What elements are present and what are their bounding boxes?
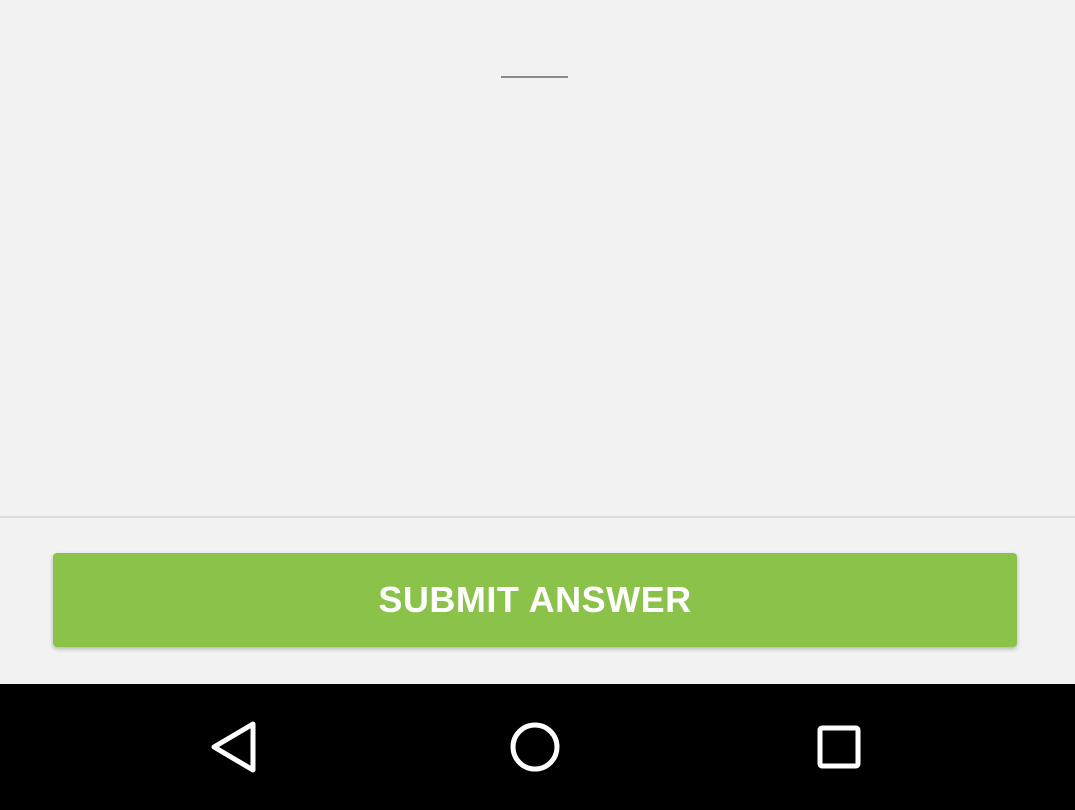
question-content-area [0,0,1075,517]
home-icon [510,722,560,772]
back-button[interactable] [203,717,263,777]
recents-icon [817,725,861,769]
back-icon [211,721,256,773]
footer: SUBMIT ANSWER [0,518,1075,684]
recents-button[interactable] [809,717,869,777]
app-screen: SUBMIT ANSWER [0,0,1075,810]
home-button[interactable] [505,717,565,777]
submit-answer-button[interactable]: SUBMIT ANSWER [53,553,1017,647]
system-navigation-bar [0,684,1075,810]
answer-input[interactable] [501,60,568,78]
submit-answer-label: SUBMIT ANSWER [378,579,692,620]
